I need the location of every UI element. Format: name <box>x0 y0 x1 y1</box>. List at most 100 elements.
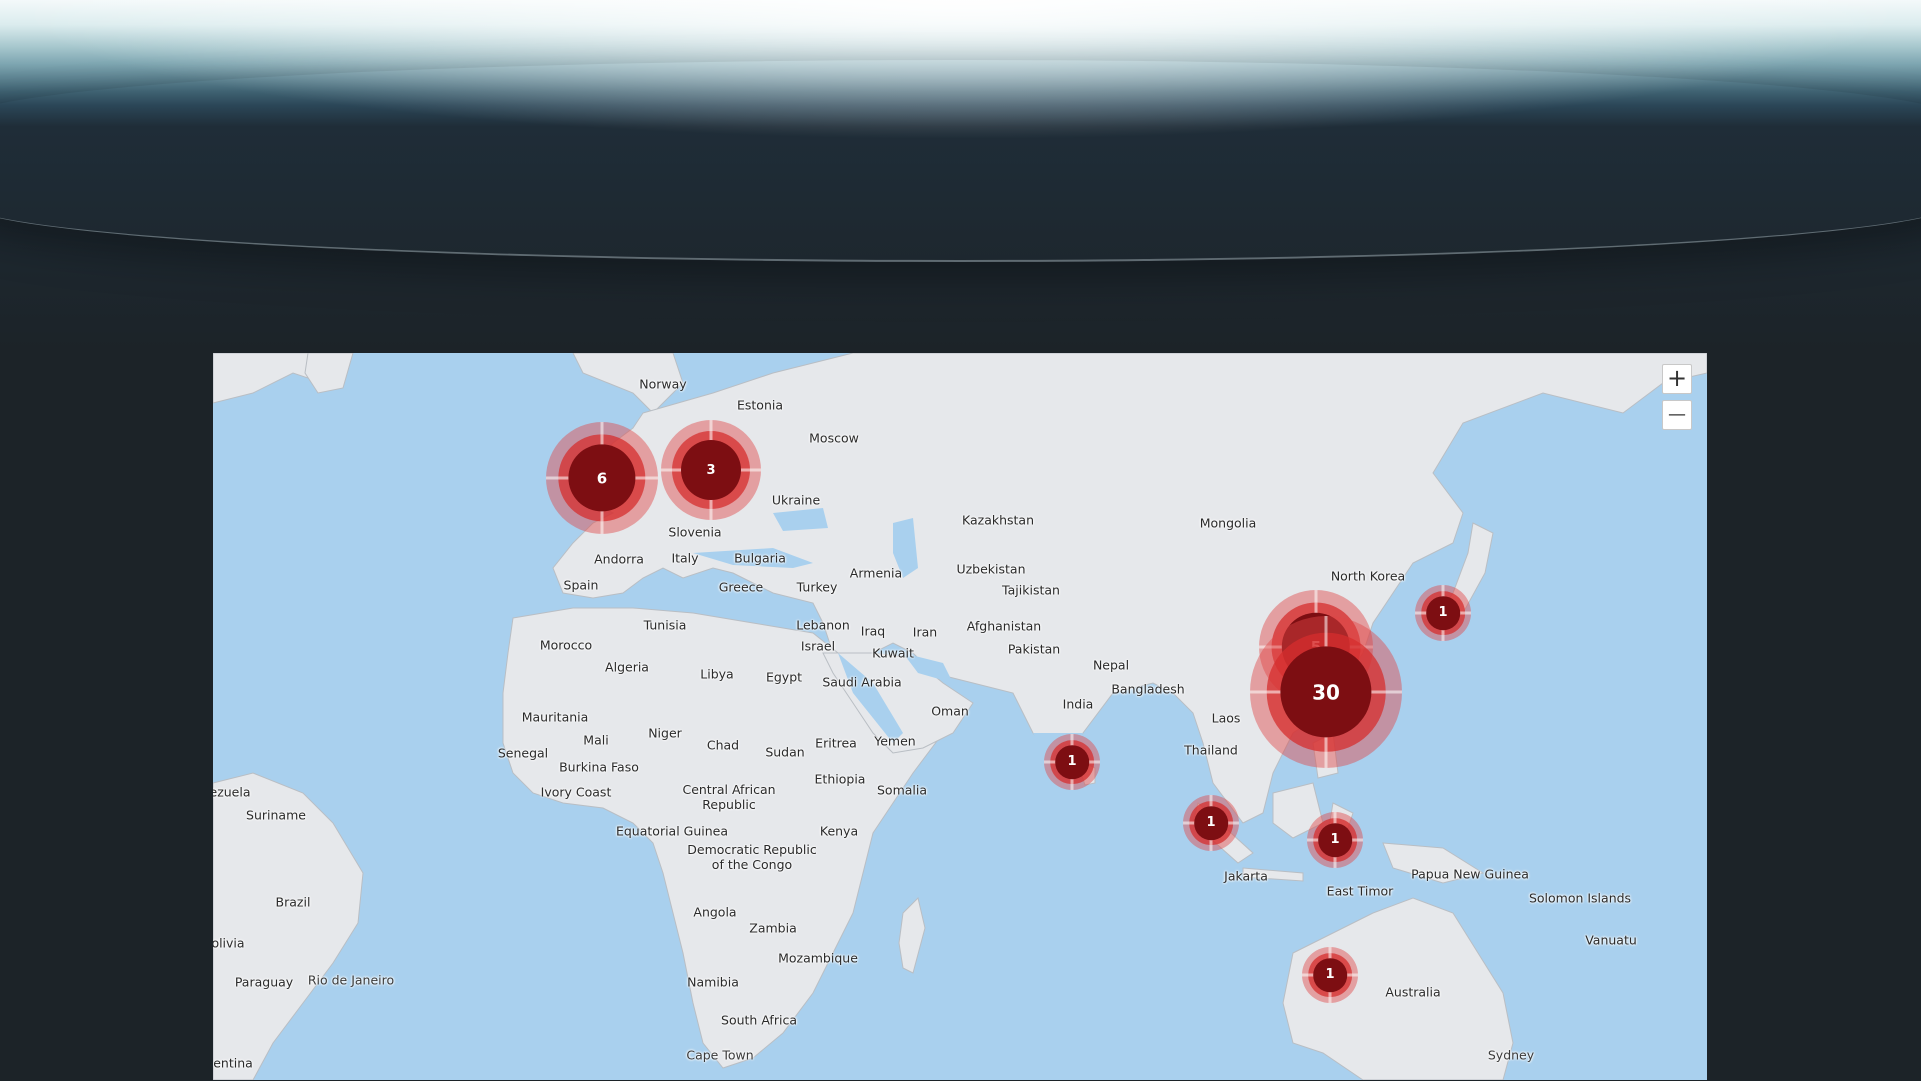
country-label: Iraq <box>860 623 886 639</box>
cluster-marker[interactable]: 1 <box>1415 585 1471 641</box>
country-label: Jakarta <box>1224 868 1268 884</box>
country-label: Oman <box>931 703 969 719</box>
country-label: Kazakhstan <box>961 512 1035 528</box>
country-label: Ivory Coast <box>540 784 612 800</box>
cluster-core: 1 <box>1318 823 1352 857</box>
cluster-core: 6 <box>568 444 636 512</box>
cluster-core: 30 <box>1280 646 1372 738</box>
cluster-marker[interactable]: 1 <box>1044 734 1100 790</box>
country-label: Andorra <box>594 551 644 567</box>
country-label: Kenya <box>819 823 859 839</box>
city-label: Cape Town <box>686 1047 754 1063</box>
country-label: Brazil <box>275 894 311 910</box>
country-label: Paraguay <box>234 974 294 990</box>
country-label: Thailand <box>1184 742 1238 758</box>
country-label: Yemen <box>874 733 916 749</box>
country-label: North Korea <box>1330 568 1406 584</box>
country-label: Tunisia <box>643 617 687 633</box>
country-label: Slovenia <box>668 524 722 540</box>
country-label: Eritrea <box>815 735 857 751</box>
madagascar-landmass <box>898 897 926 974</box>
cluster-count: 1 <box>1438 605 1448 621</box>
country-label: Angola <box>693 904 737 920</box>
country-label: Chad <box>706 737 740 753</box>
country-label: Saudi Arabia <box>822 674 902 690</box>
country-label: Laos <box>1211 710 1241 726</box>
cluster-core: 1 <box>1194 806 1228 840</box>
country-label: Namibia <box>687 974 739 990</box>
country-label: Ukraine <box>771 492 821 508</box>
hero-banner <box>0 0 1921 352</box>
country-label: Moscow <box>809 430 859 446</box>
country-label: Pakistan <box>1007 641 1061 657</box>
zoom-in-button[interactable]: + <box>1662 364 1692 394</box>
country-label: Spain <box>563 577 599 593</box>
country-label: Lebanon <box>796 617 850 633</box>
country-label: Egypt <box>765 669 803 685</box>
country-label: Vanuatu <box>1585 932 1637 948</box>
cluster-count: 1 <box>1067 754 1077 770</box>
country-label: ezuela <box>213 784 251 800</box>
country-label: Mongolia <box>1199 515 1257 531</box>
country-label: Australia <box>1385 984 1441 1000</box>
country-label: Turkey <box>796 579 838 595</box>
city-label: Sydney <box>1487 1047 1535 1063</box>
country-label: Bangladesh <box>1111 681 1185 697</box>
cluster-core: 1 <box>1313 958 1347 992</box>
country-label: Mali <box>583 732 609 748</box>
country-label: East Timor <box>1326 883 1394 899</box>
country-label: Algeria <box>605 659 649 675</box>
country-label: Uzbekistan <box>956 561 1026 577</box>
city-label: Rio de Janeiro <box>307 972 395 988</box>
country-label: entina <box>213 1055 253 1071</box>
country-label: Iran <box>912 624 938 640</box>
cluster-core: 3 <box>681 440 741 500</box>
country-label: Morocco <box>539 637 593 653</box>
iceland-landmass <box>304 353 354 394</box>
cluster-marker[interactable]: 1 <box>1302 947 1358 1003</box>
country-label: Central African Republic <box>682 782 776 812</box>
country-label: olivia <box>213 935 245 951</box>
cluster-count: 3 <box>706 462 716 478</box>
country-label: Ethiopia <box>814 771 866 787</box>
cluster-count: 1 <box>1325 967 1335 983</box>
cluster-count: 6 <box>596 469 608 487</box>
country-label: Zambia <box>749 920 797 936</box>
cluster-marker[interactable]: 30 <box>1250 616 1402 768</box>
country-label: Mozambique <box>778 950 858 966</box>
cluster-core: 1 <box>1055 745 1089 779</box>
country-label: Somalia <box>876 782 928 798</box>
country-label: Senegal <box>497 745 549 761</box>
country-label: Afghanistan <box>966 618 1042 634</box>
country-label: Armenia <box>849 565 903 581</box>
cluster-marker[interactable]: 1 <box>1183 795 1239 851</box>
country-label: Democratic Republic of the Congo <box>687 842 817 872</box>
country-label: Sudan <box>765 744 805 760</box>
cluster-count: 30 <box>1312 680 1340 704</box>
hero-rim <box>0 60 1921 262</box>
cluster-marker[interactable]: 6 <box>546 422 658 534</box>
cluster-marker[interactable]: 1 <box>1307 812 1363 868</box>
country-label: Suriname <box>246 807 306 823</box>
country-label: Tajikistan <box>1002 582 1060 598</box>
country-label: Solomon Islands <box>1528 890 1632 906</box>
country-label: Italy <box>671 550 699 566</box>
cluster-count: 1 <box>1206 815 1216 831</box>
zoom-out-button[interactable]: — <box>1662 400 1692 430</box>
cluster-count: 1 <box>1330 832 1340 848</box>
country-label: Israel <box>800 638 836 654</box>
country-label: Bulgaria <box>734 550 786 566</box>
cluster-core: 1 <box>1426 596 1460 630</box>
cluster-marker[interactable]: 3 <box>661 420 761 520</box>
world-map[interactable]: Norway Estonia Moscow Ukraine Slovenia Andorr… <box>213 353 1707 1080</box>
country-label: Greece <box>718 579 764 595</box>
country-label: Norway <box>639 376 687 392</box>
country-label: Libya <box>700 666 734 682</box>
country-label: Nepal <box>1092 657 1130 673</box>
country-label: Mauritania <box>521 709 589 725</box>
country-label: Papua New Guinea <box>1411 866 1529 882</box>
country-label: Niger <box>648 725 682 741</box>
country-label: Burkina Faso <box>559 759 639 775</box>
country-label: India <box>1062 696 1094 712</box>
country-label: Equatorial Guinea <box>615 823 729 839</box>
